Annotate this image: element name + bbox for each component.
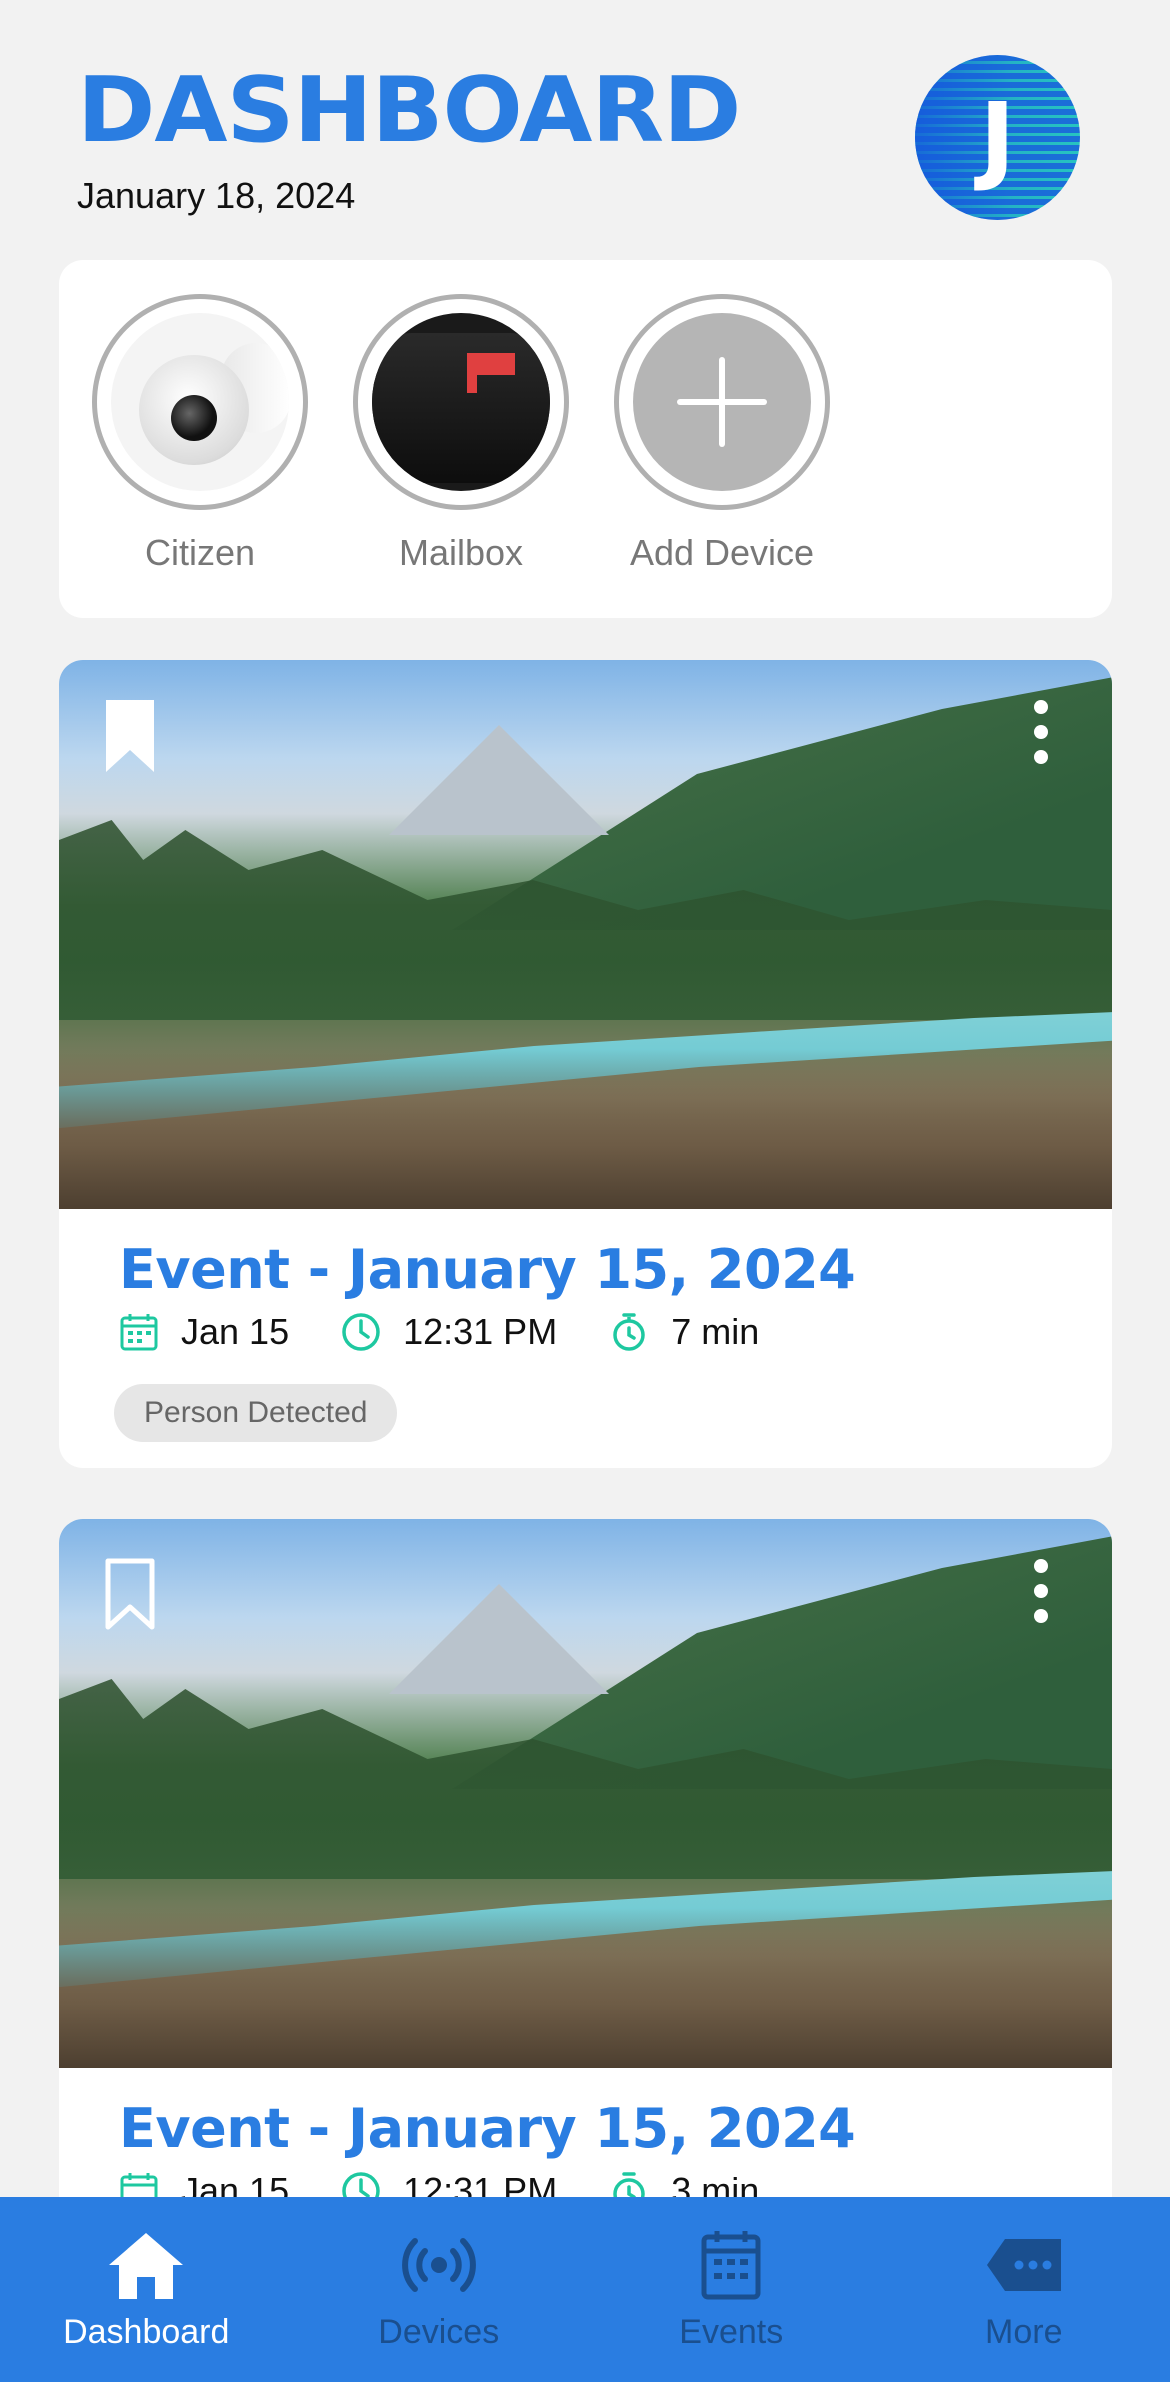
device-ring	[92, 294, 308, 510]
event-thumbnail[interactable]	[59, 660, 1112, 1209]
event-title: Event - January 15, 2024	[119, 2097, 856, 2160]
device-ring	[353, 294, 569, 510]
bottom-nav: Dashboard Devices Events More	[0, 2197, 1170, 2382]
current-date: January 18, 2024	[77, 175, 356, 216]
more-options-icon[interactable]	[1034, 1559, 1050, 1623]
nav-more[interactable]: More	[878, 2197, 1170, 2382]
device-strip: Citizen Mailbox Add Device	[59, 260, 1112, 618]
device-mailbox[interactable]: Mailbox	[353, 294, 569, 574]
device-ring	[614, 294, 830, 510]
device-label: Add Device	[629, 532, 815, 573]
nav-label: Events	[679, 2313, 784, 2351]
mailbox-device-image	[372, 313, 550, 491]
calendar-icon	[701, 2231, 761, 2300]
camera-device-image	[111, 313, 289, 491]
event-title: Event - January 15, 2024	[119, 1238, 856, 1301]
page-title: DASHBOARD	[77, 58, 742, 163]
device-citizen[interactable]: Citizen	[92, 294, 308, 574]
nav-label: More	[985, 2313, 1063, 2351]
broadcast-icon	[401, 2238, 476, 2292]
event-time: 12:31 PM	[403, 1311, 558, 1352]
event-duration: 7 min	[671, 1311, 760, 1352]
bookmark-filled-icon[interactable]	[104, 698, 156, 774]
event-card[interactable]: Event - January 15, 2024 Jan 15 12:31 PM	[59, 660, 1112, 1468]
bookmark-outline-icon[interactable]	[104, 1557, 156, 1633]
avatar-initial: J	[979, 81, 1016, 194]
nav-label: Devices	[378, 2313, 500, 2351]
add-device-circle	[633, 313, 811, 491]
event-date: Jan 15	[181, 1311, 290, 1352]
nav-devices[interactable]: Devices	[293, 2197, 586, 2382]
more-tag-icon	[986, 2239, 1061, 2291]
event-meta: Jan 15 12:31 PM 7 min	[119, 1310, 811, 1354]
add-device-button[interactable]: Add Device	[614, 294, 830, 574]
stopwatch-icon	[613, 1313, 645, 1351]
nav-label: Dashboard	[63, 2313, 230, 2351]
nav-events[interactable]: Events	[585, 2197, 878, 2382]
event-thumbnail[interactable]	[59, 1519, 1112, 2068]
calendar-icon	[120, 1314, 158, 1351]
home-icon	[109, 2233, 184, 2299]
plus-icon	[677, 357, 767, 447]
clock-icon	[342, 1313, 380, 1351]
nav-dashboard[interactable]: Dashboard	[0, 2197, 293, 2382]
more-options-icon[interactable]	[1034, 700, 1050, 764]
status-badge: Person Detected	[114, 1384, 398, 1442]
device-label: Citizen	[144, 532, 256, 573]
avatar[interactable]: J	[915, 55, 1080, 220]
header: DASHBOARD January 18, 2024 J	[0, 0, 1170, 250]
device-label: Mailbox	[398, 532, 524, 573]
